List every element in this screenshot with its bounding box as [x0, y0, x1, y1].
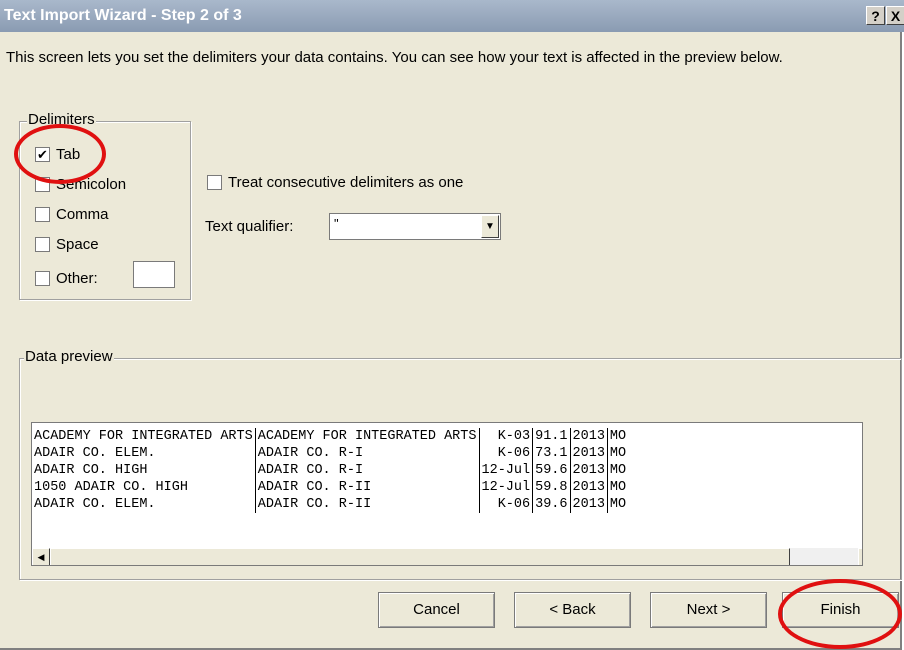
comma-checkbox-row[interactable]: Comma: [35, 204, 109, 224]
semicolon-label: Semicolon: [56, 175, 127, 193]
table-cell: 2013: [570, 479, 608, 496]
text-qualifier-select[interactable]: " ▼: [329, 213, 501, 240]
text-qualifier-value: ": [334, 216, 339, 231]
tab-label: Tab: [56, 145, 81, 163]
window-title: Text Import Wizard - Step 2 of 3: [4, 7, 242, 24]
data-preview-legend: Data preview: [24, 348, 114, 365]
scroll-left-icon[interactable]: ◀: [32, 548, 50, 565]
close-button[interactable]: X: [886, 6, 904, 25]
table-cell: 2013: [570, 462, 608, 479]
semicolon-checkbox[interactable]: [35, 176, 50, 192]
comma-checkbox[interactable]: [35, 206, 50, 222]
text-qualifier-label: Text qualifier:: [205, 218, 294, 235]
table-cell: K-06: [479, 445, 534, 462]
other-checkbox-row[interactable]: Other:: [35, 268, 98, 288]
data-preview-pane[interactable]: ACADEMY FOR INTEGRATED ARTS ACADEMY FOR I…: [31, 422, 863, 566]
table-cell: ADAIR CO. R-II: [255, 479, 480, 496]
table-cell: 59.6: [532, 462, 571, 479]
table-cell: ACADEMY FOR INTEGRATED ARTS: [255, 428, 480, 445]
comma-label: Comma: [56, 205, 109, 223]
tab-checkbox-row[interactable]: ✔ Tab: [35, 144, 80, 164]
chevron-down-icon[interactable]: ▼: [481, 215, 499, 238]
table-row: ADAIR CO. HIGH ADAIR CO. R-I 12-Jul 59.6 201…: [32, 462, 628, 479]
table-cell: 12-Jul: [479, 479, 534, 496]
table-cell: 91.1: [532, 428, 571, 445]
horizontal-scroll-thumb[interactable]: [50, 548, 790, 565]
finish-button[interactable]: Finish: [782, 592, 899, 628]
table-cell: 12-Jul: [479, 462, 534, 479]
consecutive-checkbox[interactable]: [207, 174, 222, 190]
back-button[interactable]: < Back: [514, 592, 631, 628]
table-cell: K-06: [479, 496, 534, 513]
consecutive-label: Treat consecutive delimiters as one: [228, 173, 464, 191]
text-import-wizard-dialog: Text Import Wizard - Step 2 of 3 ? X Thi…: [0, 0, 904, 650]
table-cell: MO: [609, 497, 627, 512]
tab-checkbox[interactable]: ✔: [35, 146, 50, 162]
other-label: Other:: [56, 269, 98, 287]
table-cell: ADAIR CO. ELEM.: [32, 445, 256, 462]
table-cell: 1050 ADAIR CO. HIGH: [32, 479, 256, 496]
preview-table: ACADEMY FOR INTEGRATED ARTS ACADEMY FOR I…: [32, 428, 628, 513]
next-button[interactable]: Next >: [650, 592, 767, 628]
table-cell: ADAIR CO. R-I: [255, 445, 480, 462]
space-label: Space: [56, 235, 99, 253]
table-cell: ADAIR CO. R-I: [255, 462, 480, 479]
table-cell: 39.6: [532, 496, 571, 513]
table-row: ADAIR CO. ELEM. ADAIR CO. R-I K-06 73.1 2013…: [32, 445, 628, 462]
help-button[interactable]: ?: [866, 6, 885, 25]
consecutive-checkbox-row[interactable]: Treat consecutive delimiters as one: [207, 172, 463, 192]
scroll-right-icon[interactable]: ▶: [858, 548, 862, 565]
table-cell: 2013: [570, 496, 608, 513]
table-cell: 59.8: [532, 479, 571, 496]
table-cell: MO: [609, 463, 627, 478]
delimiters-legend: Delimiters: [27, 111, 96, 128]
space-checkbox[interactable]: [35, 236, 50, 252]
other-delimiter-input[interactable]: [133, 261, 175, 288]
space-checkbox-row[interactable]: Space: [35, 234, 99, 254]
semicolon-checkbox-row[interactable]: Semicolon: [35, 174, 126, 194]
table-row: ADAIR CO. ELEM. ADAIR CO. R-II K-06 39.6 201…: [32, 496, 628, 513]
table-cell: ADAIR CO. ELEM.: [32, 496, 256, 513]
table-cell: 2013: [570, 428, 608, 445]
other-checkbox[interactable]: [35, 270, 50, 286]
table-cell: ACADEMY FOR INTEGRATED ARTS: [32, 428, 256, 445]
title-bar: Text Import Wizard - Step 2 of 3 ? X: [0, 0, 904, 32]
table-row: 1050 ADAIR CO. HIGH ADAIR CO. R-II 12-Jul 5…: [32, 479, 628, 496]
cancel-button[interactable]: Cancel: [378, 592, 495, 628]
table-cell: MO: [609, 429, 627, 444]
table-row: ACADEMY FOR INTEGRATED ARTS ACADEMY FOR I…: [32, 428, 628, 445]
table-cell: K-03: [479, 428, 534, 445]
table-cell: MO: [609, 480, 627, 495]
table-cell: ADAIR CO. R-II: [255, 496, 480, 513]
horizontal-scrollbar[interactable]: ◀ ▶: [32, 548, 862, 565]
table-cell: MO: [609, 446, 627, 461]
description-text: This screen lets you set the delimiters …: [6, 49, 783, 66]
table-cell: 73.1: [532, 445, 571, 462]
table-cell: 2013: [570, 445, 608, 462]
table-cell: ADAIR CO. HIGH: [32, 462, 256, 479]
